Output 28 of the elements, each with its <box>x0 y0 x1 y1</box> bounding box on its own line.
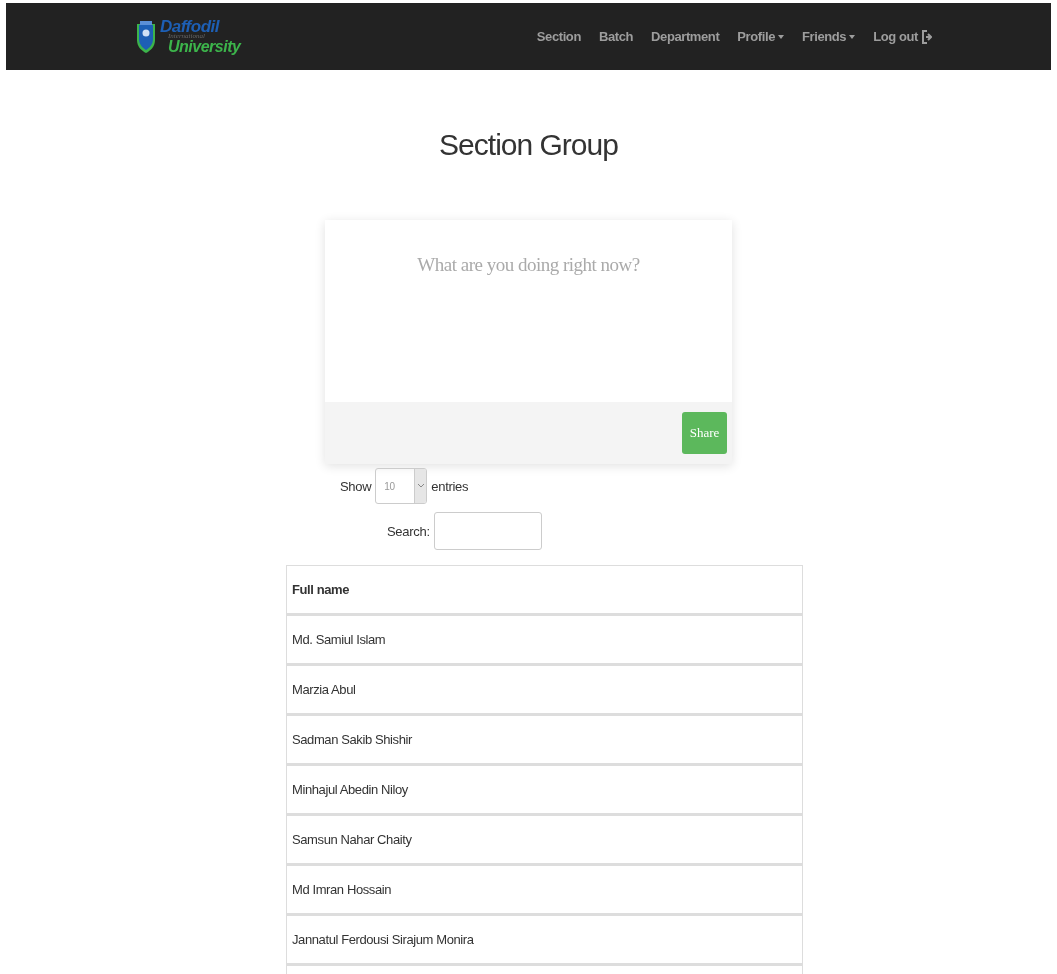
nav-link[interactable]: Log out <box>864 29 941 44</box>
table-cell: Md. Samiul Islam <box>286 614 803 665</box>
post-input-field[interactable]: What are you doing right now? <box>325 220 732 402</box>
table-cell: Minhajul Abedin Niloy <box>286 764 803 815</box>
column-header[interactable]: Full name <box>286 565 803 615</box>
brand-name: Daffodil <box>160 18 221 35</box>
table-cell: Sadman Sakib Shishir <box>286 714 803 765</box>
nav-link[interactable]: Department <box>642 29 729 44</box>
show-label: Show <box>340 478 372 494</box>
table-cell: Md Imran Hossain <box>286 864 803 915</box>
table-cell: Marzia Abul <box>286 664 803 715</box>
caret-icon <box>849 34 856 39</box>
nav-link[interactable]: Section <box>527 29 590 44</box>
nav-link[interactable]: Friends <box>793 29 865 44</box>
brand-name: University <box>168 39 241 55</box>
search-label: Search: <box>387 523 430 539</box>
nav-link[interactable]: Batch <box>589 29 643 44</box>
search-field[interactable] <box>433 512 542 550</box>
entries-select[interactable]: 10 <box>375 468 428 504</box>
shield-logo-icon <box>136 19 156 54</box>
page-title: Section Group <box>438 128 619 163</box>
entries-label: entries <box>431 478 469 494</box>
table-cell: Jannatul Ferdousi Sirajum Monira <box>286 914 803 965</box>
chevron-down-icon <box>417 484 424 488</box>
caret-icon <box>778 34 784 39</box>
logout-icon <box>921 29 932 44</box>
nav-link[interactable]: Profile <box>728 29 793 44</box>
table-cell: Samsun Nahar Chaity <box>286 814 803 865</box>
